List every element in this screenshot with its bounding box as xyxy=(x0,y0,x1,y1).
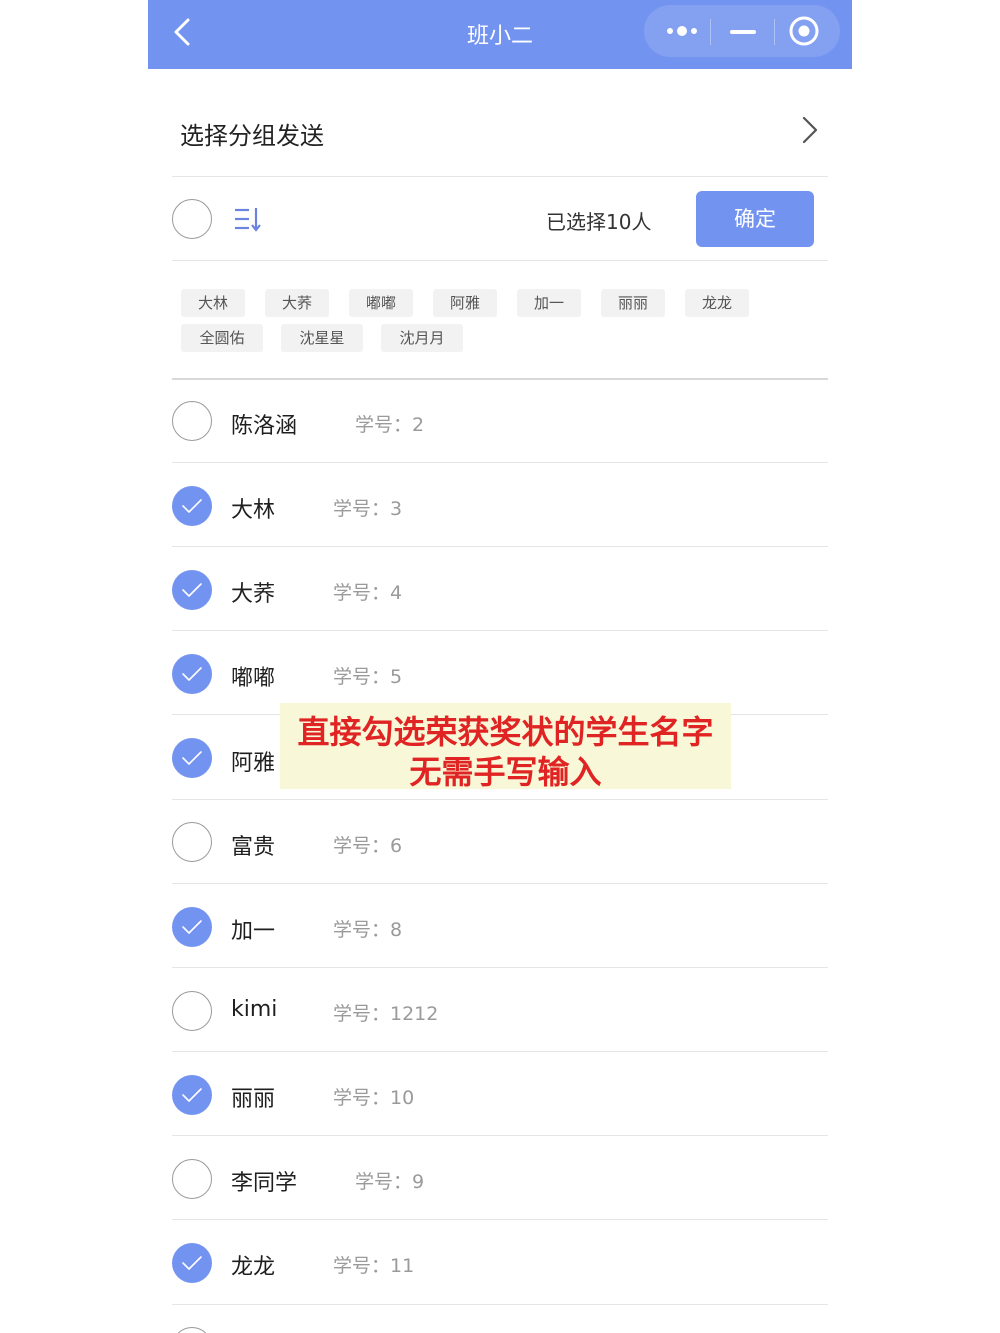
divider xyxy=(172,883,828,884)
selected-chip[interactable]: 加一 xyxy=(517,289,581,317)
student-name: 陈洛涵 xyxy=(231,414,298,439)
select-group-row[interactable]: 选择分组发送 xyxy=(172,98,828,166)
student-checkbox[interactable] xyxy=(172,486,212,526)
student-checkbox[interactable] xyxy=(172,907,212,947)
close-target-icon[interactable] xyxy=(776,11,832,51)
capsule-menu xyxy=(644,5,840,57)
chevron-right-icon xyxy=(798,114,820,146)
more-dots-icon[interactable] xyxy=(654,11,710,51)
divider xyxy=(172,546,828,547)
student-checkbox[interactable] xyxy=(172,1159,212,1199)
divider xyxy=(172,1051,828,1052)
student-checkbox[interactable] xyxy=(172,1243,212,1283)
selected-chip[interactable]: 龙龙 xyxy=(685,289,749,317)
check-icon xyxy=(182,499,202,513)
student-number: 学号：9 xyxy=(355,1171,425,1193)
selected-chip[interactable]: 沈星星 xyxy=(281,324,363,352)
select-group-label: 选择分组发送 xyxy=(180,122,324,150)
check-icon xyxy=(182,583,202,597)
student-name: 大林 xyxy=(231,498,276,523)
divider xyxy=(172,1304,828,1305)
student-name: 丽丽 xyxy=(231,1087,276,1112)
student-number: 学号：1212 xyxy=(333,1003,439,1025)
divider xyxy=(172,378,828,380)
student-name: 嘟嘟 xyxy=(231,666,276,691)
select-all-checkbox[interactable] xyxy=(172,199,212,239)
confirm-button[interactable]: 确定 xyxy=(696,191,814,247)
divider xyxy=(172,462,828,463)
student-checkbox[interactable] xyxy=(172,570,212,610)
divider xyxy=(172,1135,828,1136)
divider xyxy=(172,1219,828,1220)
student-name: kimi xyxy=(231,997,278,1022)
selected-count: 已选择10人 xyxy=(546,210,652,234)
student-number: 学号：3 xyxy=(333,498,403,520)
student-checkbox[interactable] xyxy=(172,1075,212,1115)
divider xyxy=(172,967,828,968)
student-number: 学号：4 xyxy=(333,582,403,604)
student-number: 学号：8 xyxy=(333,919,403,941)
capsule-divider xyxy=(710,19,711,45)
student-name: 大荞 xyxy=(231,582,276,607)
student-name: 李同学 xyxy=(231,1171,298,1196)
student-name: 阿雅 xyxy=(231,751,276,776)
selected-chip[interactable]: 阿雅 xyxy=(433,289,497,317)
check-icon xyxy=(182,1256,202,1270)
student-name: 富贵 xyxy=(231,835,276,860)
check-icon xyxy=(182,667,202,681)
student-checkbox[interactable] xyxy=(172,738,212,778)
minimize-icon[interactable] xyxy=(716,11,772,51)
student-checkbox[interactable] xyxy=(172,401,212,441)
divider xyxy=(172,176,828,177)
divider xyxy=(172,799,828,800)
capsule-divider xyxy=(774,19,775,45)
student-name: 加一 xyxy=(231,919,276,944)
annotation-caption: 直接勾选荣获奖状的学生名字 无需手写输入 xyxy=(280,703,731,791)
mini-program-screen: 班小二 选择分组发送 已选择10人 确定 大林 大荞 嘟嘟 阿雅 加一 丽丽 龙… xyxy=(148,0,852,1333)
student-name: 龙龙 xyxy=(231,1255,276,1280)
student-checkbox[interactable] xyxy=(172,991,212,1031)
check-icon xyxy=(182,1088,202,1102)
selected-chip[interactable]: 丽丽 xyxy=(601,289,665,317)
selected-chip[interactable]: 大林 xyxy=(181,289,245,317)
student-number: 学号：2 xyxy=(355,414,425,436)
divider xyxy=(172,260,828,261)
student-number: 学号：6 xyxy=(333,835,403,857)
student-checkbox[interactable] xyxy=(172,822,212,862)
selected-chip[interactable]: 大荞 xyxy=(265,289,329,317)
student-number: 学号：11 xyxy=(333,1255,415,1277)
annotation-line-2: 无需手写输入 xyxy=(409,753,602,791)
student-checkbox[interactable] xyxy=(172,1327,212,1333)
divider xyxy=(172,630,828,631)
selected-chip[interactable]: 全圆佑 xyxy=(181,324,263,352)
navigation-bar: 班小二 xyxy=(148,0,852,69)
selected-chip[interactable]: 嘟嘟 xyxy=(349,289,413,317)
check-icon xyxy=(182,751,202,765)
student-number: 学号：10 xyxy=(333,1087,415,1109)
sort-icon[interactable] xyxy=(233,205,263,233)
check-icon xyxy=(182,920,202,934)
student-number: 学号：5 xyxy=(333,666,403,688)
student-checkbox[interactable] xyxy=(172,654,212,694)
selected-chip[interactable]: 沈月月 xyxy=(381,324,463,352)
